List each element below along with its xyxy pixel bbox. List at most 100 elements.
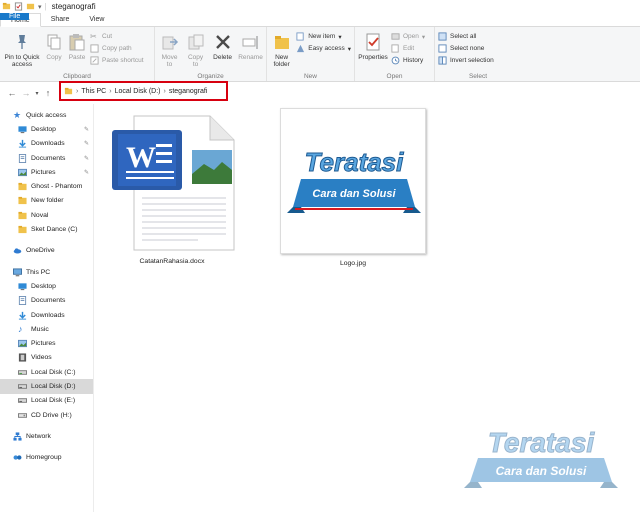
pin-icon: ✎ <box>83 141 89 148</box>
file-list: W CatatanRahasia.docx Teratasi Cara dan … <box>94 104 640 512</box>
tab-file[interactable]: File <box>0 13 30 20</box>
sidebar-item-noval[interactable]: Noval <box>0 208 93 222</box>
pin-icon: ✎ <box>83 126 89 133</box>
sidebar-label: Ghost - Phantom <box>31 183 83 191</box>
teratasi-logo-image: Teratasi Cara dan Solusi <box>287 147 421 213</box>
invert-selection-label: Invert selection <box>450 57 494 64</box>
sidebar-homegroup[interactable]: Homegroup <box>0 451 93 465</box>
tab-view[interactable]: View <box>79 13 114 26</box>
breadcrumb-this-pc[interactable]: This PC <box>81 88 106 95</box>
open-group: Properties Open ▾ Edit History Open <box>355 27 435 81</box>
svg-text:W: W <box>126 141 156 174</box>
select-none-button[interactable]: Select none <box>438 44 494 53</box>
sidebar-label: Network <box>26 432 51 440</box>
sidebar-item-downloads[interactable]: Downloads ✎ <box>0 137 93 151</box>
sidebar-network[interactable]: Network <box>0 429 93 443</box>
new-folder-quick-icon[interactable] <box>26 2 35 11</box>
music-note-icon: ♪ <box>18 323 23 334</box>
computer-icon <box>13 268 22 276</box>
sidebar-item-local-disk-c[interactable]: Local Disk (C:) <box>0 365 93 379</box>
sidebar-item-ghost-phantom[interactable]: Ghost - Phantom <box>0 179 93 193</box>
recent-dropdown-icon[interactable]: ▾ <box>33 90 41 97</box>
rename-icon <box>242 36 258 49</box>
sidebar-item-desktop[interactable]: Desktop ✎ <box>0 122 93 136</box>
homegroup-icon <box>13 455 22 460</box>
delete-x-icon <box>215 35 230 49</box>
sidebar-item-pictures[interactable]: Pictures ✎ <box>0 165 93 179</box>
history-button[interactable]: History <box>391 56 425 65</box>
sidebar-item-local-disk-d[interactable]: Local Disk (D:) <box>0 379 93 394</box>
sidebar-label: Local Disk (D:) <box>31 382 76 390</box>
organize-group-label: Organize <box>197 73 224 80</box>
quick-access-dropdown-icon[interactable]: ▾ <box>38 3 42 11</box>
sidebar-label: Music <box>31 325 49 333</box>
select-all-button[interactable]: Select all <box>438 32 494 41</box>
cd-drive-icon <box>18 412 27 418</box>
sidebar-item-music[interactable]: ♪ Music <box>0 322 93 336</box>
open-label: Open <box>403 33 419 40</box>
file-item-catatan-rahasia[interactable]: W CatatanRahasia.docx <box>108 112 236 265</box>
easy-access-button[interactable]: Easy access ▾ <box>296 44 351 53</box>
move-to-label: Move to <box>161 54 178 68</box>
new-item-button[interactable]: New item ▾ <box>296 32 351 41</box>
breadcrumb-local-disk-d[interactable]: Local Disk (D:) <box>115 88 161 95</box>
open-button[interactable]: Open ▾ <box>391 32 425 41</box>
pictures-icon <box>18 339 27 348</box>
sidebar-label: Documents <box>31 297 66 305</box>
pin-icon: ✎ <box>83 155 89 162</box>
sidebar-item-pc-desktop[interactable]: Desktop <box>0 279 93 293</box>
invert-selection-button[interactable]: Invert selection <box>438 56 494 65</box>
properties-quick-icon[interactable] <box>14 2 23 11</box>
file-name: Logo.jpg <box>339 260 367 267</box>
new-group: New folder New item ▾ Easy access ▾ New <box>267 27 355 81</box>
back-arrow-icon[interactable]: ← <box>5 88 19 98</box>
copy-path-button[interactable]: Copy path <box>90 44 144 53</box>
tab-share[interactable]: Share <box>41 13 80 26</box>
sidebar-label: Quick access <box>26 111 67 119</box>
file-name: CatatanRahasia.docx <box>139 258 205 265</box>
logo-main-text: Teratasi <box>305 147 405 177</box>
sidebar-onedrive[interactable]: OneDrive <box>0 244 93 258</box>
edit-button[interactable]: Edit <box>391 44 425 53</box>
sidebar-item-cd-drive[interactable]: CD Drive (H:) <box>0 408 93 422</box>
breadcrumb-separator-icon: › <box>76 87 79 95</box>
watermark-sub-text: Cara dan Solusi <box>496 464 587 478</box>
sidebar-item-local-disk-e[interactable]: Local Disk (E:) <box>0 394 93 408</box>
sidebar-this-pc[interactable]: This PC <box>0 265 93 279</box>
forward-arrow-icon[interactable]: → <box>19 88 33 98</box>
title-divider: | <box>44 2 47 11</box>
paste-shortcut-icon <box>90 56 99 65</box>
paste-shortcut-button[interactable]: Paste shortcut <box>90 56 144 65</box>
sidebar-item-pc-pictures[interactable]: Pictures <box>0 336 93 350</box>
address-bar[interactable]: › This PC › Local Disk (D:) › steganogra… <box>59 81 228 101</box>
sidebar-item-new-folder[interactable]: New folder <box>0 194 93 208</box>
window-title: steganografi <box>51 2 96 11</box>
sidebar-item-videos[interactable]: Videos <box>0 351 93 365</box>
edit-icon <box>391 44 399 53</box>
watermark-main-text: Teratasi <box>488 427 596 458</box>
sidebar-item-documents[interactable]: Documents ✎ <box>0 151 93 165</box>
breadcrumb-steganografi[interactable]: steganografi <box>169 88 208 95</box>
folder-icon <box>18 211 27 219</box>
breadcrumb-separator-icon: › <box>109 87 112 95</box>
pin-icon <box>18 35 26 49</box>
sidebar-label: Homegroup <box>26 454 62 462</box>
sidebar-item-pc-documents[interactable]: Documents <box>0 294 93 308</box>
sidebar-label: Downloads <box>31 140 65 148</box>
folder-icon <box>18 225 27 234</box>
sidebar-item-pc-downloads[interactable]: Downloads <box>0 308 93 322</box>
up-arrow-icon[interactable]: ↑ <box>41 88 55 98</box>
copy-to-icon <box>188 34 204 50</box>
select-group: Select all Select none Invert selection … <box>435 27 521 81</box>
cut-button[interactable]: ✂ Cut <box>90 32 144 41</box>
sidebar-quick-access[interactable]: ★ Quick access <box>0 108 93 122</box>
clipboard-group-label: Clipboard <box>63 73 91 80</box>
word-document-icon: W <box>112 115 235 251</box>
organize-group: Move to Copy to Delete Rename Organize <box>155 27 267 81</box>
file-item-logo[interactable]: Teratasi Cara dan Solusi Logo.jpg <box>280 108 426 267</box>
sidebar-item-sket-dance[interactable]: Sket Dance (C) <box>0 222 93 236</box>
title-bar: ▾ | steganografi <box>0 0 640 13</box>
